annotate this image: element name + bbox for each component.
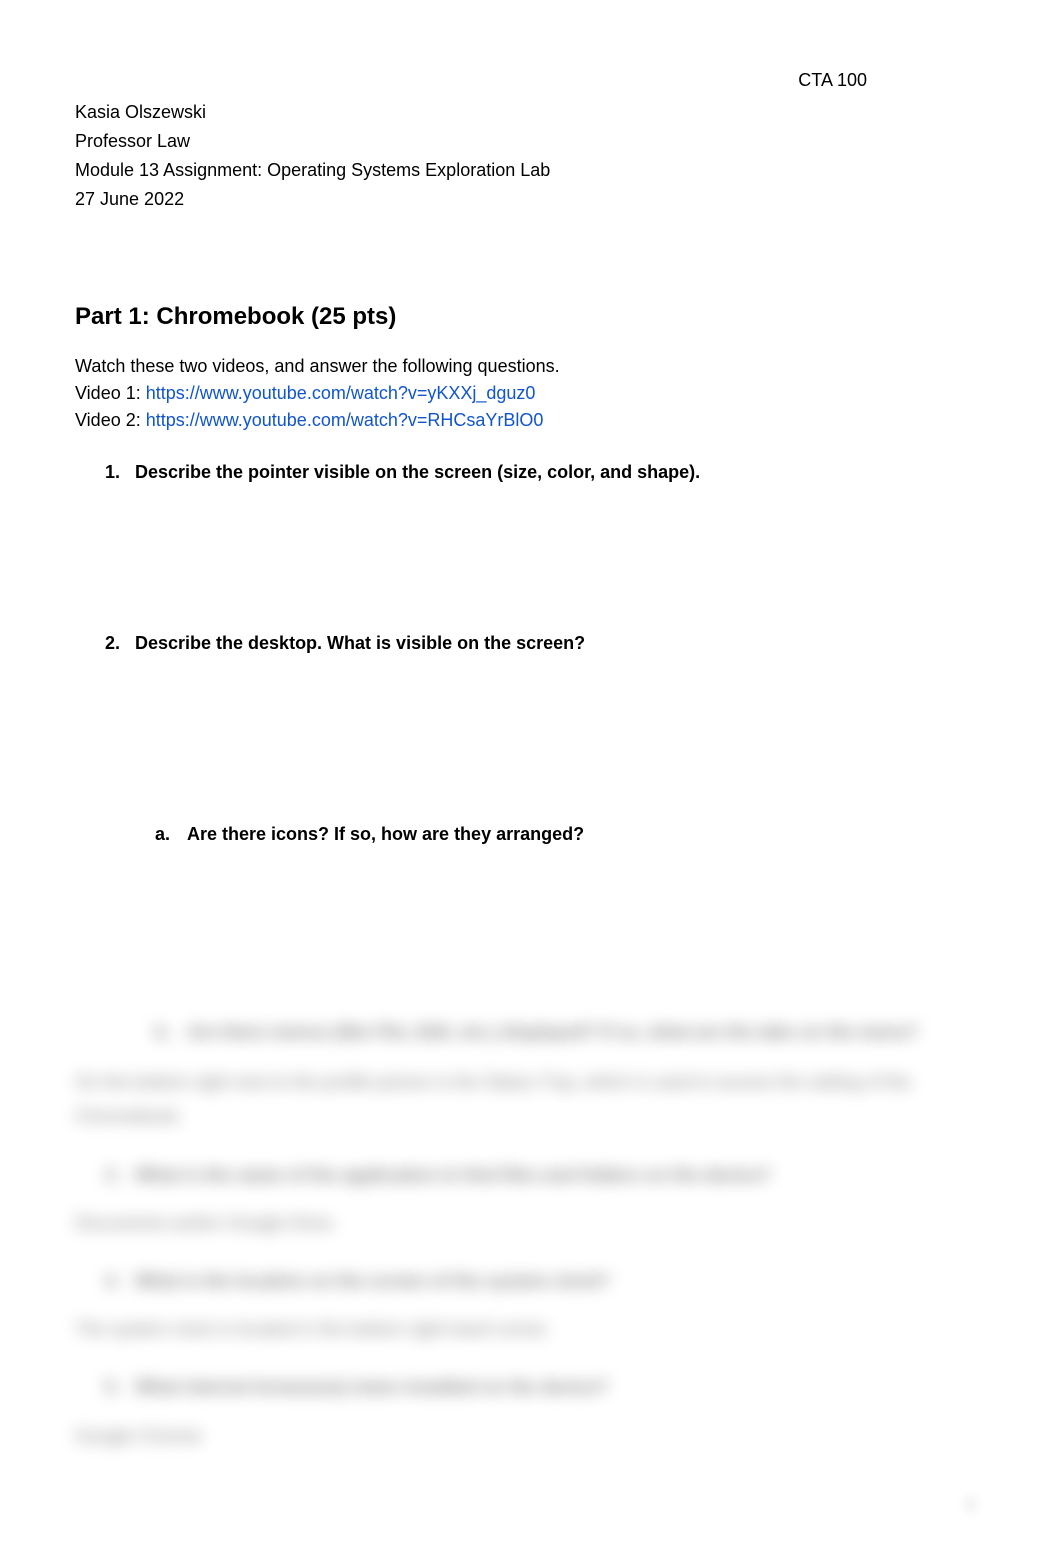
question-1: 1. Describe the pointer visible on the s… (105, 462, 987, 483)
q4-marker: 4. (105, 1264, 135, 1298)
q2a-marker: a. (155, 824, 187, 845)
q5-text: What internet browser(s) is/are installe… (135, 1370, 608, 1404)
student-info-block: Kasia Olszewski Professor Law Module 13 … (75, 99, 987, 213)
student-name: Kasia Olszewski (75, 99, 987, 126)
q5-marker: 5. (105, 1370, 135, 1404)
assignment-title: Module 13 Assignment: Operating Systems … (75, 157, 987, 184)
q2b-text: Are there menus (like File, Edit, etc.) … (187, 1015, 918, 1049)
q2b-answer-blurred: On the bottom right next to the profile … (75, 1065, 987, 1133)
video-2-link[interactable]: https://www.youtube.com/watch?v=RHCsaYrB… (146, 410, 544, 430)
q4-answer-blurred: The system clock is located in the botto… (75, 1312, 987, 1346)
intro-line: Watch these two videos, and answer the f… (75, 353, 987, 380)
q1-marker: 1. (105, 462, 135, 483)
q3-answer-blurred: Documents and/or Google Drive. (75, 1206, 987, 1240)
q1-text: Describe the pointer visible on the scre… (135, 462, 700, 483)
video-1-label: Video 1: (75, 383, 146, 403)
document-page: CTA 100 Kasia Olszewski Professor Law Mo… (0, 0, 1062, 1517)
question-4-blurred: 4. What is the location on the screen of… (105, 1264, 987, 1298)
q5-answer-blurred: Google Chrome (75, 1419, 987, 1453)
page-number: 1 (954, 1494, 987, 1516)
q2-text: Describe the desktop. What is visible on… (135, 633, 585, 654)
course-code: CTA 100 (75, 70, 987, 91)
video-2-label: Video 2: (75, 410, 146, 430)
q2a-text: Are there icons? If so, how are they arr… (187, 824, 584, 845)
part-1-heading: Part 1: Chromebook (25 pts) (75, 303, 987, 331)
intro-block: Watch these two videos, and answer the f… (75, 353, 987, 434)
divider (75, 985, 987, 995)
sub-question-list: a. Are there icons? If so, how are they … (155, 824, 987, 845)
question-5-blurred: 5. What internet browser(s) is/are insta… (105, 1370, 987, 1404)
question-3-blurred: 3. What is the name of the application t… (105, 1158, 987, 1192)
question-2: 2. Describe the desktop. What is visible… (105, 633, 987, 654)
question-2a: a. Are there icons? If so, how are they … (155, 824, 987, 845)
q4-text: What is the location on the screen of th… (135, 1264, 610, 1298)
video-1-link[interactable]: https://www.youtube.com/watch?v=yKXXj_dg… (146, 383, 536, 403)
video-2-line: Video 2: https://www.youtube.com/watch?v… (75, 407, 987, 434)
question-2b-blurred: b. Are there menus (like File, Edit, etc… (155, 1015, 987, 1049)
video-1-line: Video 1: https://www.youtube.com/watch?v… (75, 380, 987, 407)
question-list: 1. Describe the pointer visible on the s… (105, 462, 987, 654)
blurred-content: b. Are there menus (like File, Edit, etc… (75, 1015, 987, 1453)
q3-text: What is the name of the application to f… (135, 1158, 771, 1192)
q2b-marker: b. (155, 1015, 187, 1049)
assignment-date: 27 June 2022 (75, 186, 987, 213)
q3-marker: 3. (105, 1158, 135, 1192)
professor-name: Professor Law (75, 128, 987, 155)
q2-marker: 2. (105, 633, 135, 654)
